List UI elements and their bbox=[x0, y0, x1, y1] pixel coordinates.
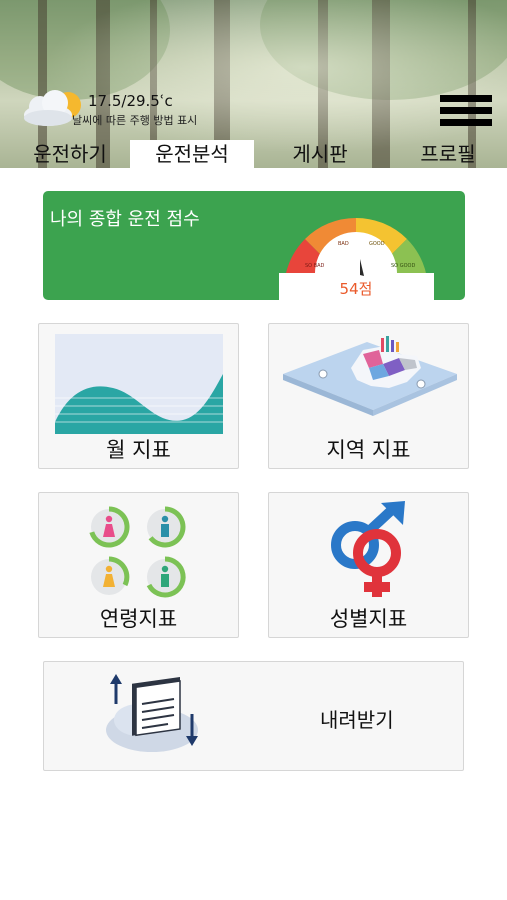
score-value: 54점 bbox=[340, 280, 373, 298]
monthly-indicator-tile[interactable]: 월 지표 bbox=[38, 323, 239, 469]
total-driving-score-card[interactable]: 나의 종합 운전 점수 SO BAD BAD GOOD SO GOOD 54점 bbox=[43, 191, 465, 300]
weather-description: 날씨에 따른 주행 방법 표시 bbox=[72, 114, 198, 127]
age-indicator-label: 연령지표 bbox=[99, 607, 178, 631]
isometric-map-icon bbox=[283, 336, 457, 416]
gender-indicator-label: 성별지표 bbox=[329, 607, 408, 631]
download-label: 내려받기 bbox=[320, 708, 394, 732]
score-title: 나의 종합 운전 점수 bbox=[50, 209, 200, 230]
age-indicator-tile[interactable]: 연령지표 bbox=[38, 492, 239, 638]
tab-profile[interactable]: 프로필 bbox=[400, 140, 496, 168]
area-chart-icon bbox=[55, 334, 223, 434]
cloud-document-download-icon bbox=[106, 674, 198, 752]
header-banner: 17.5/29.5ʿc 날씨에 따른 주행 방법 표시 운전하기 운전분석 게시… bbox=[0, 0, 507, 168]
gender-indicator-tile[interactable]: 성별지표 bbox=[268, 492, 469, 638]
age-group-people-icon bbox=[89, 506, 186, 598]
tab-driving-analysis[interactable]: 운전분석 bbox=[130, 140, 254, 168]
tab-driving[interactable]: 운전하기 bbox=[14, 140, 126, 168]
tab-board[interactable]: 게시판 bbox=[272, 140, 368, 168]
download-tile[interactable]: 내려받기 bbox=[43, 661, 464, 771]
hamburger-menu-icon[interactable] bbox=[440, 95, 494, 129]
gauge-label-so-bad: SO BAD bbox=[305, 263, 325, 269]
gauge-label-bad: BAD bbox=[338, 241, 349, 247]
monthly-indicator-label: 월 지표 bbox=[106, 438, 171, 462]
gauge-label-so-good: SO GOOD bbox=[391, 263, 415, 269]
region-indicator-tile[interactable]: 지역 지표 bbox=[268, 323, 469, 469]
gender-symbols-icon bbox=[331, 501, 405, 597]
weather-temperature: 17.5/29.5ʿc bbox=[88, 92, 173, 110]
score-gauge: SO BAD BAD GOOD SO GOOD 54점 bbox=[279, 217, 434, 300]
gauge-label-good: GOOD bbox=[369, 241, 385, 247]
region-indicator-label: 지역 지표 bbox=[326, 438, 411, 462]
